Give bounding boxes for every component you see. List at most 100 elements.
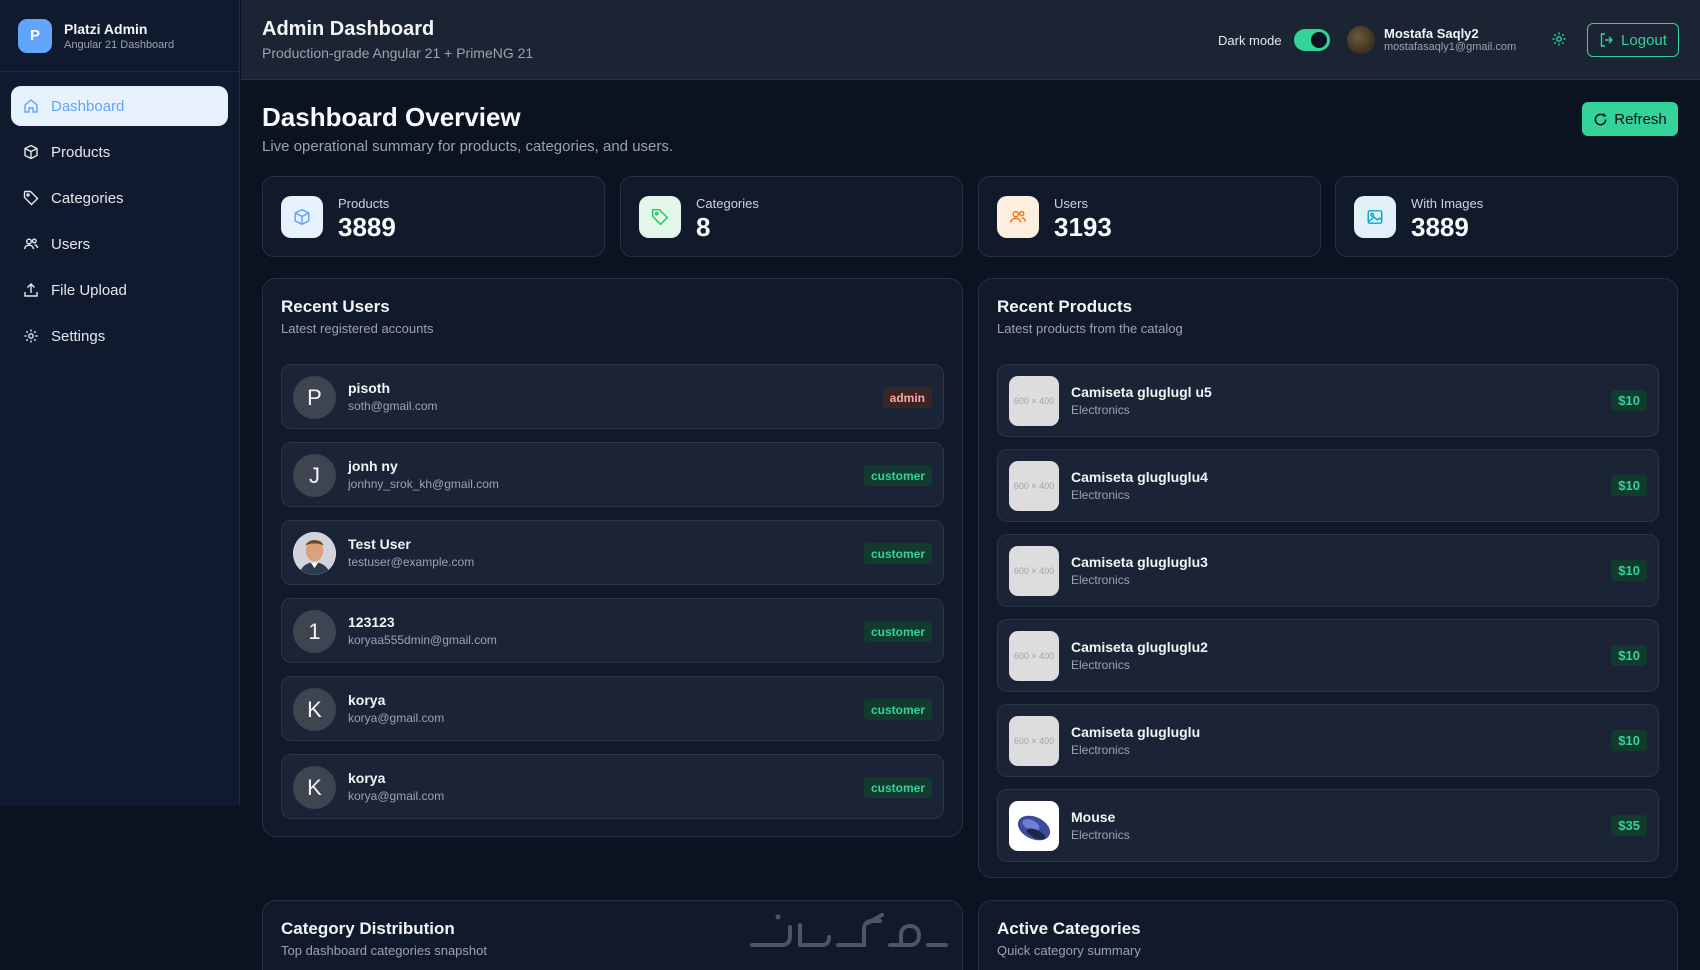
price-badge: $10: [1611, 560, 1647, 581]
avatar: K: [293, 766, 336, 809]
sidebar-item-products[interactable]: Products: [11, 132, 228, 172]
user-avatar[interactable]: [1347, 26, 1375, 54]
product-row[interactable]: 600 × 400 Camiseta glugluglu4 Electronic…: [997, 449, 1659, 522]
product-thumbnail: 600 × 400: [1009, 631, 1059, 681]
product-row[interactable]: 600 × 400 Camiseta glugluglu3 Electronic…: [997, 534, 1659, 607]
avatar: P: [293, 376, 336, 419]
user-name: Mostafa Saqly2: [1384, 26, 1479, 41]
product-name: Camiseta gluglugl u5: [1071, 384, 1212, 400]
recent-users-panel: Recent Users Latest registered accounts …: [262, 278, 963, 837]
product-row[interactable]: 600 × 400 Camiseta glugluglu2 Electronic…: [997, 619, 1659, 692]
dark-mode-toggle[interactable]: [1294, 29, 1330, 51]
product-category: Electronics: [1071, 743, 1130, 757]
role-badge: customer: [863, 621, 932, 642]
page-subtitle: Live operational summary for products, c…: [262, 138, 674, 155]
role-badge: customer: [863, 465, 932, 486]
avatar: J: [293, 454, 336, 497]
sidebar-item-users[interactable]: Users: [11, 224, 228, 264]
stat-card-categories: Categories 8: [620, 176, 963, 257]
brand-subtitle: Angular 21 Dashboard: [64, 38, 175, 51]
refresh-icon: [1594, 112, 1607, 125]
stat-icon-bg: [997, 196, 1039, 238]
panel-subtitle: Top dashboard categories snapshot: [281, 943, 487, 958]
stat-icon-bg: [1354, 196, 1396, 238]
price-badge: $10: [1611, 730, 1647, 751]
product-name: Camiseta glugluglu2: [1071, 639, 1208, 655]
sidebar-item-label: File Upload: [51, 281, 127, 299]
brand-logo: P: [18, 18, 52, 53]
avatar-photo: [293, 532, 336, 575]
stat-label: With Images: [1411, 196, 1484, 211]
role-badge: customer: [863, 699, 932, 720]
brand-title: Platzi Admin: [64, 20, 148, 37]
product-thumbnail: 600 × 400: [1009, 376, 1059, 426]
image-icon: [1367, 210, 1383, 224]
panel-subtitle: Latest products from the catalog: [997, 321, 1183, 336]
sidebar-item-label: Dashboard: [51, 97, 125, 115]
price-badge: $10: [1611, 390, 1647, 411]
product-name: Mouse: [1071, 809, 1116, 825]
user-name: pisoth: [348, 380, 390, 396]
sidebar: P Platzi Admin Angular 21 Dashboard Dash…: [0, 0, 240, 806]
sidebar-item-dashboard[interactable]: Dashboard: [11, 86, 228, 126]
user-row[interactable]: P pisoth soth@gmail.com admin: [281, 364, 944, 429]
product-row[interactable]: Mouse Electronics $35: [997, 789, 1659, 862]
user-email: soth@gmail.com: [348, 399, 438, 413]
stat-label: Categories: [696, 196, 759, 211]
logout-label: Logout: [1621, 31, 1667, 49]
price-badge: $35: [1611, 815, 1647, 836]
refresh-button[interactable]: Refresh: [1582, 102, 1678, 136]
sidebar-item-settings[interactable]: Settings: [11, 316, 228, 356]
product-row[interactable]: 600 × 400 Camiseta gluglugl u5 Electroni…: [997, 364, 1659, 437]
upload-icon: [24, 283, 38, 297]
panel-title: Active Categories: [997, 919, 1141, 938]
stat-value: 8: [696, 212, 711, 242]
stat-icon-bg: [281, 196, 323, 238]
product-category: Electronics: [1071, 658, 1130, 672]
price-badge: $10: [1611, 645, 1647, 666]
stat-card-users: Users 3193: [978, 176, 1321, 257]
product-image: [1009, 801, 1059, 851]
stat-card-products: Products 3889: [262, 176, 605, 257]
top-header: Admin Dashboard Production-grade Angular…: [241, 0, 1700, 80]
tag-icon: [23, 190, 39, 206]
role-badge: admin: [882, 387, 932, 408]
recent-products-panel: Recent Products Latest products from the…: [978, 278, 1678, 878]
product-thumbnail: 600 × 400: [1009, 546, 1059, 596]
panel-title: Recent Users: [281, 297, 390, 316]
product-category: Electronics: [1071, 573, 1130, 587]
role-badge: customer: [863, 543, 932, 564]
sidebar-item-categories[interactable]: Categories: [11, 178, 228, 218]
sidebar-item-label: Categories: [51, 189, 124, 207]
product-row[interactable]: 600 × 400 Camiseta glugluglu Electronics…: [997, 704, 1659, 777]
sidebar-item-file-upload[interactable]: File Upload: [11, 270, 228, 310]
product-category: Electronics: [1071, 828, 1130, 842]
users-icon: [23, 238, 39, 250]
price-badge: $10: [1611, 475, 1647, 496]
dark-mode-label: Dark mode: [1218, 33, 1282, 48]
settings-gear-icon[interactable]: [1551, 31, 1567, 47]
stat-value: 3889: [1411, 212, 1469, 242]
user-row[interactable]: J jonh ny jonhny_srok_kh@gmail.com custo…: [281, 442, 944, 507]
logout-button[interactable]: Logout: [1587, 23, 1679, 57]
logout-icon: [1600, 33, 1614, 47]
header-subtitle: Production-grade Angular 21 + PrimeNG 21: [262, 45, 534, 61]
stat-label: Users: [1054, 196, 1088, 211]
stat-label: Products: [338, 196, 390, 211]
header-title: Admin Dashboard: [262, 18, 435, 40]
user-row[interactable]: 1 123123 koryaa555dmin@gmail.com custome…: [281, 598, 944, 663]
person-photo-icon: [293, 532, 336, 575]
tag-icon: [651, 208, 669, 226]
user-row[interactable]: K korya korya@gmail.com customer: [281, 676, 944, 741]
user-name: korya: [348, 692, 386, 708]
brand[interactable]: P Platzi Admin Angular 21 Dashboard: [0, 0, 239, 72]
user-row[interactable]: Test User testuser@example.com customer: [281, 520, 944, 585]
refresh-label: Refresh: [1614, 110, 1667, 128]
user-row[interactable]: K korya korya@gmail.com customer: [281, 754, 944, 819]
sidebar-nav: Dashboard Products Categories Users File…: [0, 72, 239, 376]
panel-title: Category Distribution: [281, 919, 455, 938]
users-icon: [1009, 210, 1027, 223]
sidebar-item-label: Users: [51, 235, 91, 253]
user-email: jonhny_srok_kh@gmail.com: [348, 477, 499, 491]
user-email: korya@gmail.com: [348, 789, 445, 803]
